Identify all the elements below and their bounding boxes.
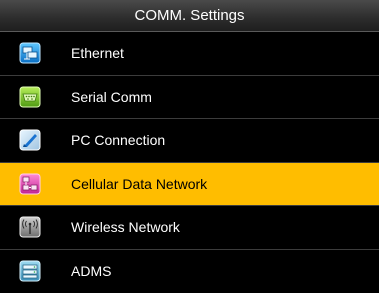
- menu-item-label: Ethernet: [71, 45, 124, 62]
- comm-settings-menu: Ethernet Serial Comm PC Connection Cellu…: [0, 32, 379, 293]
- page-title: COMM. Settings: [0, 0, 379, 32]
- serial-port-icon: [19, 86, 41, 108]
- cellular-network-icon: [19, 173, 41, 195]
- menu-item-pc-connection[interactable]: PC Connection: [0, 119, 379, 163]
- ethernet-icon: [19, 42, 41, 64]
- menu-item-serial-comm[interactable]: Serial Comm: [0, 75, 379, 119]
- menu-item-label: PC Connection: [71, 132, 166, 149]
- menu-item-label: ADMS: [71, 263, 112, 280]
- menu-item-label: Wireless Network: [71, 219, 180, 236]
- menu-item-label: Cellular Data Network: [71, 175, 208, 192]
- menu-item-ethernet[interactable]: Ethernet: [0, 32, 379, 76]
- menu-item-wireless-network[interactable]: Wireless Network: [0, 206, 379, 250]
- adms-server-icon: [19, 260, 41, 282]
- menu-item-adms[interactable]: ADMS: [0, 249, 379, 293]
- screen: COMM. Settings Ethernet Serial Comm PC C…: [0, 0, 379, 293]
- wireless-antenna-icon: [19, 216, 41, 238]
- menu-item-cellular-data-network[interactable]: Cellular Data Network: [0, 162, 379, 206]
- menu-item-label: Serial Comm: [71, 88, 152, 105]
- pc-connection-icon: [19, 129, 41, 151]
